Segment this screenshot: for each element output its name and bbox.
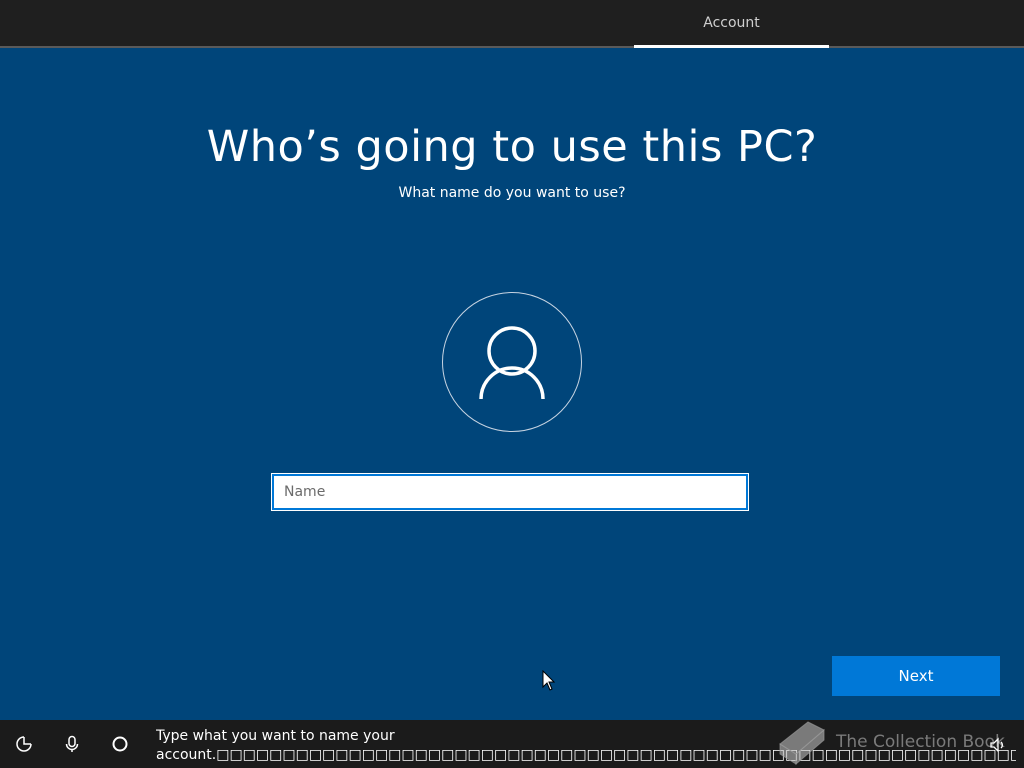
setup-page: Who’s going to use this PC? What name do… [0, 48, 1024, 720]
name-field[interactable] [271, 473, 749, 511]
page-subtitle: What name do you want to use? [398, 185, 626, 201]
narration-line-1: Type what you want to name your [156, 728, 395, 744]
bottom-bar: Type what you want to name your account.… [0, 720, 1024, 768]
next-button[interactable]: Next [832, 656, 1000, 696]
narration-caption: Type what you want to name your account.… [156, 727, 1016, 765]
narration-line-2: account.□□□□□□□□□□□□□□□□□□□□□□□□□□□□□□□□… [156, 747, 1016, 763]
page-title: Who’s going to use this PC? [206, 122, 818, 172]
volume-icon[interactable] [988, 735, 1008, 755]
microphone-icon[interactable] [62, 734, 82, 754]
tab-account[interactable]: Account [634, 0, 829, 46]
cortana-icon[interactable] [110, 734, 130, 754]
avatar [442, 292, 582, 432]
user-icon [479, 326, 545, 400]
ease-of-access-icon[interactable] [14, 734, 34, 754]
top-bar: Account [0, 0, 1024, 48]
mouse-cursor-icon [542, 670, 556, 691]
